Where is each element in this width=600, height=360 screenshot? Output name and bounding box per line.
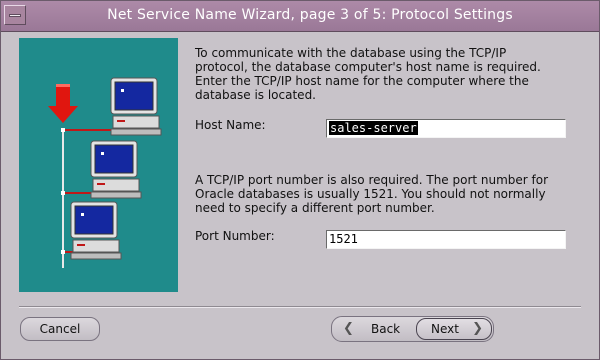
port-instructions-line: A TCP/IP port number is also required. T… — [195, 173, 549, 187]
wizard-window: Net Service Name Wizard, page 3 of 5: Pr… — [0, 0, 600, 360]
port-number-value: 1521 — [329, 232, 358, 246]
red-arrow-icon — [48, 84, 78, 123]
host-name-input[interactable]: sales-server — [326, 119, 566, 138]
port-number-label: Port Number: — [195, 229, 275, 243]
title-bar[interactable]: Net Service Name Wizard, page 3 of 5: Pr… — [1, 1, 599, 32]
button-separator — [19, 306, 581, 308]
network-illustration — [19, 38, 178, 292]
host-instructions-line: Enter the TCP/IP host name for the compu… — [195, 74, 529, 88]
window-menu-icon — [9, 14, 21, 17]
chevron-left-icon: ❮ — [343, 321, 354, 336]
window-menu-button[interactable] — [4, 5, 26, 25]
host-instructions-line: To communicate with the database using t… — [195, 46, 507, 60]
cancel-button-label: Cancel — [39, 322, 81, 336]
host-name-label: Host Name: — [195, 118, 266, 132]
host-instructions-line: database is located. — [195, 88, 316, 102]
network-diagram-icon — [48, 77, 162, 268]
back-button[interactable]: ❮ Back — [334, 317, 410, 341]
port-instructions: A TCP/IP port number is also required. T… — [195, 173, 548, 215]
window-title: Net Service Name Wizard, page 3 of 5: Pr… — [107, 7, 513, 23]
port-instructions-line: need to specify a different port number. — [195, 201, 435, 215]
next-button-label: Next — [431, 322, 459, 336]
host-instructions-line: protocol, the database computer's host n… — [195, 60, 541, 74]
back-button-label: Back — [371, 322, 401, 336]
cancel-button[interactable]: Cancel — [20, 317, 100, 341]
next-button[interactable]: Next ❯ — [416, 318, 492, 340]
chevron-right-icon: ❯ — [472, 321, 483, 336]
computer-icon-3 — [70, 201, 122, 260]
computer-icon-1 — [110, 77, 162, 136]
wizard-content: To communicate with the database using t… — [2, 32, 598, 359]
host-instructions: To communicate with the database using t… — [195, 46, 541, 102]
computer-icon-2 — [90, 140, 142, 199]
host-name-value: sales-server — [329, 121, 418, 135]
port-number-input[interactable]: 1521 — [326, 230, 566, 249]
navigation-button-group: ❮ Back Next ❯ — [331, 316, 494, 342]
port-instructions-line: Oracle databases is usually 1521. You sh… — [195, 187, 546, 201]
